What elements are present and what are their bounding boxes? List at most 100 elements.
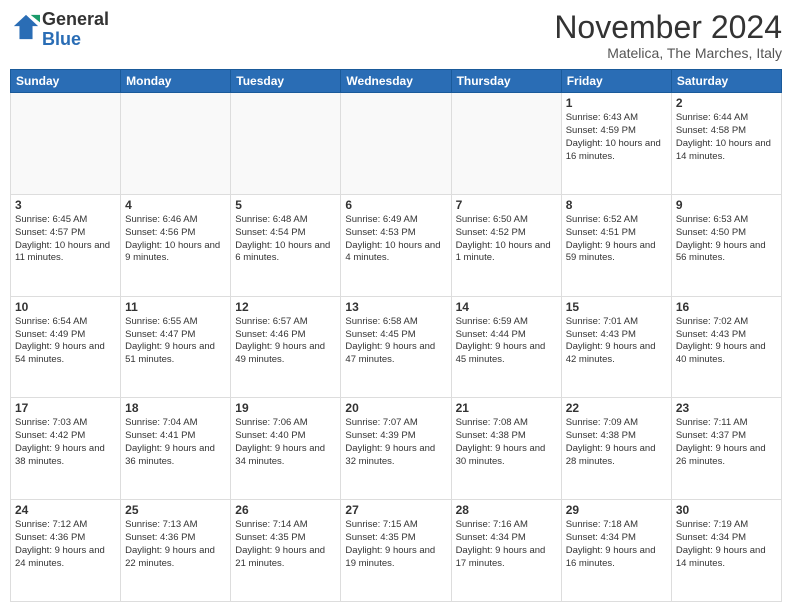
day-number: 20 xyxy=(345,401,446,415)
logo-general: General xyxy=(42,9,109,29)
calendar-cell: 2Sunrise: 6:44 AMSunset: 4:58 PMDaylight… xyxy=(671,93,781,195)
day-info: Sunrise: 7:15 AMSunset: 4:35 PMDaylight:… xyxy=(345,519,446,570)
calendar-cell: 30Sunrise: 7:19 AMSunset: 4:34 PMDayligh… xyxy=(671,500,781,602)
col-wednesday: Wednesday xyxy=(341,70,451,93)
day-number: 14 xyxy=(456,300,557,314)
calendar-cell: 18 Sunrise: 7:04 AMSunset: 4:41 PMDayligh… xyxy=(121,398,231,500)
calendar-week-3: 10 Sunrise: 6:54 AMSunset: 4:49 PMDayligh… xyxy=(11,296,782,398)
day-number: 17 xyxy=(15,401,116,415)
calendar-cell: 12 Sunrise: 6:57 AMSunset: 4:46 PMDayligh… xyxy=(231,296,341,398)
day-info: Sunrise: 7:08 AMSunset: 4:38 PMDaylight:… xyxy=(456,417,557,468)
logo-text: General Blue xyxy=(42,10,109,50)
title-block: November 2024 Matelica, The Marches, Ita… xyxy=(554,10,782,61)
day-info: Sunrise: 7:16 AMSunset: 4:34 PMDaylight:… xyxy=(456,519,557,570)
day-number: 3 xyxy=(15,198,116,212)
calendar-cell xyxy=(341,93,451,195)
day-info: Sunrise: 6:45 AMSunset: 4:57 PMDaylight:… xyxy=(15,214,116,265)
calendar-cell xyxy=(11,93,121,195)
calendar-cell xyxy=(451,93,561,195)
day-number: 18 xyxy=(125,401,226,415)
col-thursday: Thursday xyxy=(451,70,561,93)
day-number: 23 xyxy=(676,401,777,415)
day-info: Sunrise: 7:13 AMSunset: 4:36 PMDaylight:… xyxy=(125,519,226,570)
calendar-cell: 23 Sunrise: 7:11 AMSunset: 4:37 PMDayligh… xyxy=(671,398,781,500)
day-info: Sunrise: 7:03 AMSunset: 4:42 PMDaylight:… xyxy=(15,417,116,468)
calendar-cell: 8 Sunrise: 6:52 AMSunset: 4:51 PMDaylight… xyxy=(561,194,671,296)
col-saturday: Saturday xyxy=(671,70,781,93)
col-friday: Friday xyxy=(561,70,671,93)
calendar-cell: 20 Sunrise: 7:07 AMSunset: 4:39 PMDayligh… xyxy=(341,398,451,500)
day-info: Sunrise: 6:58 AMSunset: 4:45 PMDaylight:… xyxy=(345,316,446,367)
day-info: Sunrise: 7:12 AMSunset: 4:36 PMDaylight:… xyxy=(15,519,116,570)
calendar-cell: 27 Sunrise: 7:15 AMSunset: 4:35 PMDayligh… xyxy=(341,500,451,602)
header: General Blue November 2024 Matelica, The… xyxy=(10,10,782,61)
day-number: 12 xyxy=(235,300,336,314)
main-title: November 2024 xyxy=(554,10,782,45)
calendar-body: 1 Sunrise: 6:43 AMSunset: 4:59 PMDaylight… xyxy=(11,93,782,602)
calendar-cell: 22 Sunrise: 7:09 AMSunset: 4:38 PMDayligh… xyxy=(561,398,671,500)
day-number: 11 xyxy=(125,300,226,314)
day-number: 27 xyxy=(345,503,446,517)
day-info: Sunrise: 6:52 AMSunset: 4:51 PMDaylight:… xyxy=(566,214,667,265)
calendar-cell: 3 Sunrise: 6:45 AMSunset: 4:57 PMDaylight… xyxy=(11,194,121,296)
col-sunday: Sunday xyxy=(11,70,121,93)
calendar-cell: 13 Sunrise: 6:58 AMSunset: 4:45 PMDayligh… xyxy=(341,296,451,398)
calendar-week-4: 17 Sunrise: 7:03 AMSunset: 4:42 PMDayligh… xyxy=(11,398,782,500)
calendar-cell: 16Sunrise: 7:02 AMSunset: 4:43 PMDayligh… xyxy=(671,296,781,398)
day-number: 25 xyxy=(125,503,226,517)
day-number: 4 xyxy=(125,198,226,212)
day-info: Sunrise: 6:54 AMSunset: 4:49 PMDaylight:… xyxy=(15,316,116,367)
day-info: Sunrise: 6:46 AMSunset: 4:56 PMDaylight:… xyxy=(125,214,226,265)
day-info: Sunrise: 6:53 AMSunset: 4:50 PMDaylight:… xyxy=(676,214,777,265)
day-number: 2 xyxy=(676,96,777,110)
day-number: 19 xyxy=(235,401,336,415)
calendar-cell: 21 Sunrise: 7:08 AMSunset: 4:38 PMDayligh… xyxy=(451,398,561,500)
calendar-cell xyxy=(231,93,341,195)
day-info: Sunrise: 7:04 AMSunset: 4:41 PMDaylight:… xyxy=(125,417,226,468)
day-number: 1 xyxy=(566,96,667,110)
calendar-cell: 4 Sunrise: 6:46 AMSunset: 4:56 PMDaylight… xyxy=(121,194,231,296)
day-number: 7 xyxy=(456,198,557,212)
day-info: Sunrise: 6:57 AMSunset: 4:46 PMDaylight:… xyxy=(235,316,336,367)
calendar-cell: 19 Sunrise: 7:06 AMSunset: 4:40 PMDayligh… xyxy=(231,398,341,500)
calendar-week-1: 1 Sunrise: 6:43 AMSunset: 4:59 PMDaylight… xyxy=(11,93,782,195)
page: General Blue November 2024 Matelica, The… xyxy=(0,0,792,612)
day-number: 13 xyxy=(345,300,446,314)
day-info: Sunrise: 7:14 AMSunset: 4:35 PMDaylight:… xyxy=(235,519,336,570)
calendar-cell: 15Sunrise: 7:01 AMSunset: 4:43 PMDayligh… xyxy=(561,296,671,398)
day-info: Sunrise: 7:07 AMSunset: 4:39 PMDaylight:… xyxy=(345,417,446,468)
day-number: 9 xyxy=(676,198,777,212)
calendar-cell: 14Sunrise: 6:59 AMSunset: 4:44 PMDayligh… xyxy=(451,296,561,398)
calendar-cell: 29Sunrise: 7:18 AMSunset: 4:34 PMDayligh… xyxy=(561,500,671,602)
col-monday: Monday xyxy=(121,70,231,93)
day-number: 8 xyxy=(566,198,667,212)
day-info: Sunrise: 6:49 AMSunset: 4:53 PMDaylight:… xyxy=(345,214,446,265)
calendar-cell: 28 Sunrise: 7:16 AMSunset: 4:34 PMDayligh… xyxy=(451,500,561,602)
day-number: 26 xyxy=(235,503,336,517)
day-number: 22 xyxy=(566,401,667,415)
day-number: 21 xyxy=(456,401,557,415)
col-tuesday: Tuesday xyxy=(231,70,341,93)
calendar-table: Sunday Monday Tuesday Wednesday Thursday… xyxy=(10,69,782,602)
logo-blue: Blue xyxy=(42,29,81,49)
logo: General Blue xyxy=(10,10,109,50)
logo-icon xyxy=(12,13,40,41)
day-number: 28 xyxy=(456,503,557,517)
calendar-cell: 9 Sunrise: 6:53 AMSunset: 4:50 PMDaylight… xyxy=(671,194,781,296)
day-info: Sunrise: 6:43 AMSunset: 4:59 PMDaylight:… xyxy=(566,112,667,163)
calendar-cell: 10 Sunrise: 6:54 AMSunset: 4:49 PMDayligh… xyxy=(11,296,121,398)
day-info: Sunrise: 7:11 AMSunset: 4:37 PMDaylight:… xyxy=(676,417,777,468)
calendar-week-2: 3 Sunrise: 6:45 AMSunset: 4:57 PMDaylight… xyxy=(11,194,782,296)
day-info: Sunrise: 7:02 AMSunset: 4:43 PMDaylight:… xyxy=(676,316,777,367)
day-info: Sunrise: 6:55 AMSunset: 4:47 PMDaylight:… xyxy=(125,316,226,367)
calendar-cell: 17 Sunrise: 7:03 AMSunset: 4:42 PMDayligh… xyxy=(11,398,121,500)
day-info: Sunrise: 7:09 AMSunset: 4:38 PMDaylight:… xyxy=(566,417,667,468)
calendar-cell: 26 Sunrise: 7:14 AMSunset: 4:35 PMDayligh… xyxy=(231,500,341,602)
subtitle: Matelica, The Marches, Italy xyxy=(554,45,782,61)
day-info: Sunrise: 7:06 AMSunset: 4:40 PMDaylight:… xyxy=(235,417,336,468)
calendar-cell: 25 Sunrise: 7:13 AMSunset: 4:36 PMDayligh… xyxy=(121,500,231,602)
day-info: Sunrise: 7:19 AMSunset: 4:34 PMDaylight:… xyxy=(676,519,777,570)
calendar-cell: 24Sunrise: 7:12 AMSunset: 4:36 PMDayligh… xyxy=(11,500,121,602)
day-number: 29 xyxy=(566,503,667,517)
day-number: 10 xyxy=(15,300,116,314)
